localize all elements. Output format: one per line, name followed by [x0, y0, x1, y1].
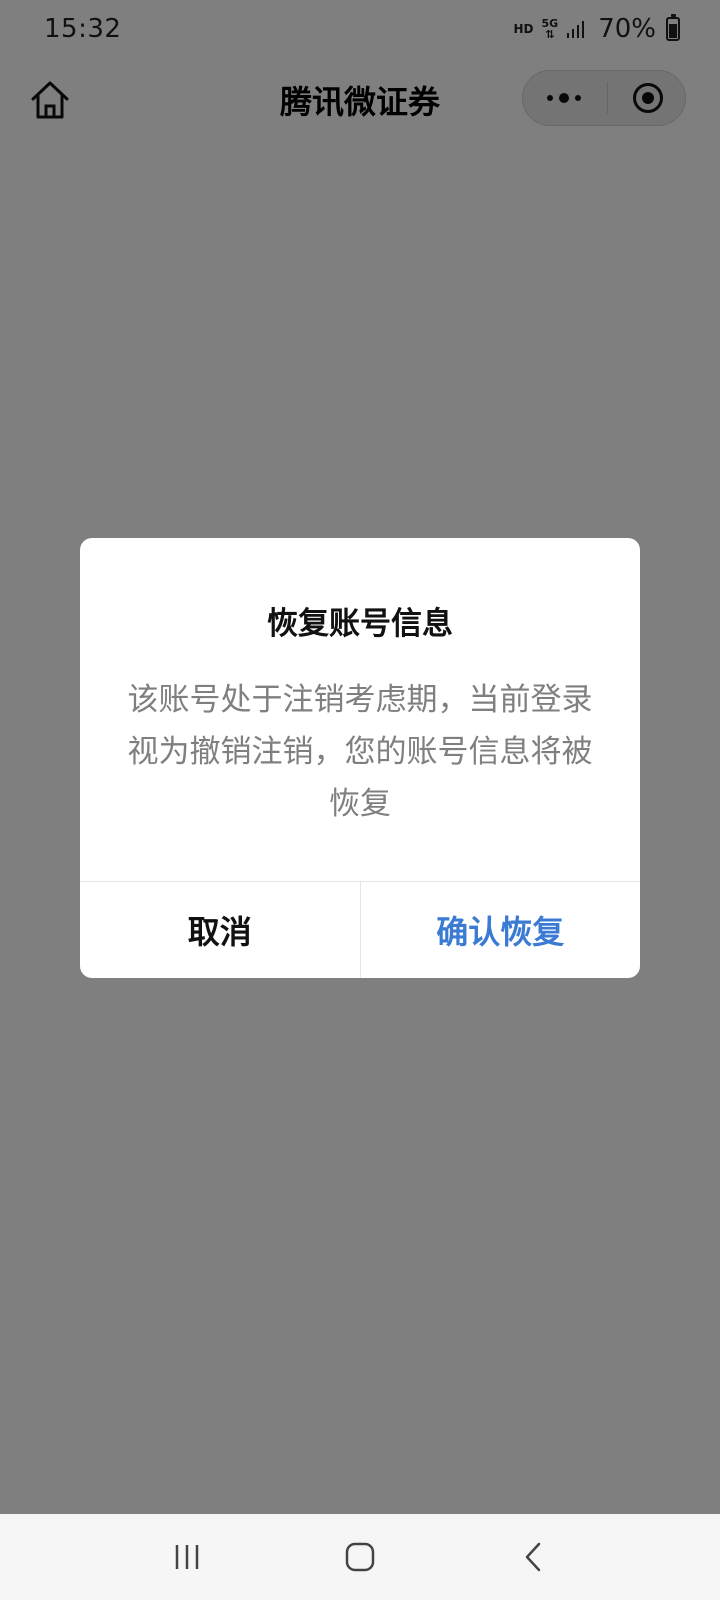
recent-apps-button[interactable]	[157, 1527, 217, 1587]
confirm-restore-button[interactable]: 确认恢复	[361, 882, 641, 978]
home-system-button[interactable]	[330, 1527, 390, 1587]
home-button-icon	[345, 1542, 375, 1572]
restore-account-dialog: 恢复账号信息 该账号处于注销考虑期，当前登录视为撤销注销，您的账号信息将被恢复 …	[80, 538, 640, 978]
cancel-button[interactable]: 取消	[80, 882, 361, 978]
dialog-message: 该账号处于注销考虑期，当前登录视为撤销注销，您的账号信息将被恢复	[127, 682, 593, 822]
back-button[interactable]	[503, 1527, 563, 1587]
system-navigation-bar	[0, 1514, 720, 1600]
dialog-title: 恢复账号信息	[267, 606, 453, 642]
dialog-footer: 取消 确认恢复	[80, 881, 640, 978]
recent-apps-icon	[175, 1545, 198, 1569]
back-icon	[526, 1542, 541, 1572]
